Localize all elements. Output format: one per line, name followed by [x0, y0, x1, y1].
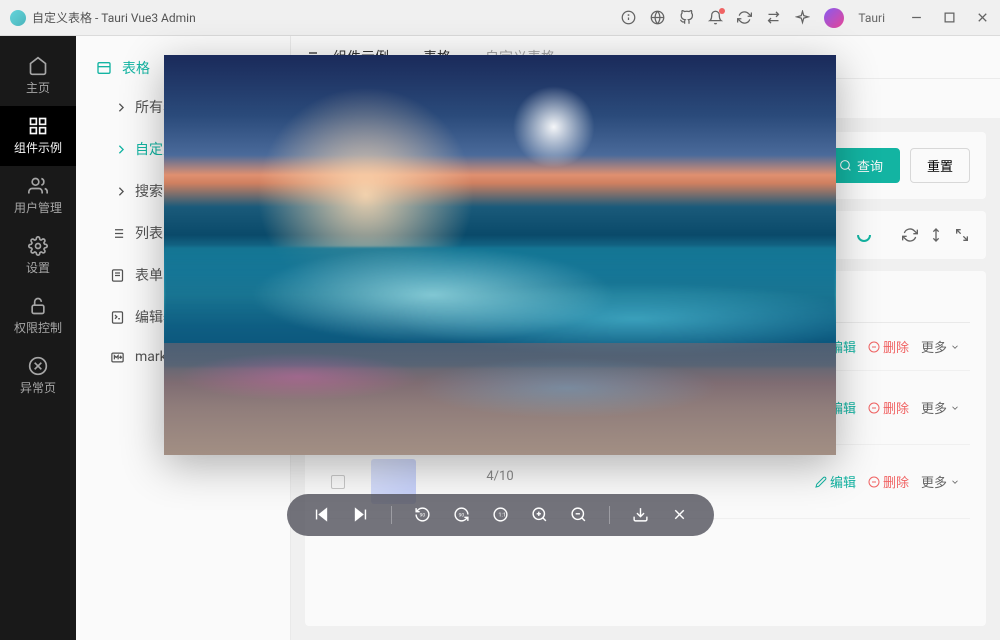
viewer-rotate-right-icon[interactable]: 90 — [453, 506, 470, 523]
viewer-image[interactable] — [164, 55, 836, 455]
viewer-zoom-in-icon[interactable] — [531, 506, 548, 523]
svg-text:90: 90 — [419, 513, 425, 519]
viewer-zoom-out-icon[interactable] — [570, 506, 587, 523]
svg-text:90: 90 — [458, 513, 464, 519]
svg-text:1:1: 1:1 — [498, 513, 506, 519]
viewer-close-icon[interactable] — [671, 506, 688, 523]
viewer-reset-zoom-icon[interactable]: 1:1 — [492, 506, 509, 523]
viewer-next-icon[interactable] — [352, 506, 369, 523]
viewer-rotate-left-icon[interactable]: 90 — [414, 506, 431, 523]
viewer-prev-icon[interactable] — [313, 506, 330, 523]
viewer-download-icon[interactable] — [632, 506, 649, 523]
viewer-toolbar: 90 90 1:1 — [287, 494, 714, 536]
viewer-counter: 4/10 — [486, 469, 513, 484]
image-viewer-overlay[interactable]: 4/10 90 90 1:1 — [0, 0, 1000, 640]
